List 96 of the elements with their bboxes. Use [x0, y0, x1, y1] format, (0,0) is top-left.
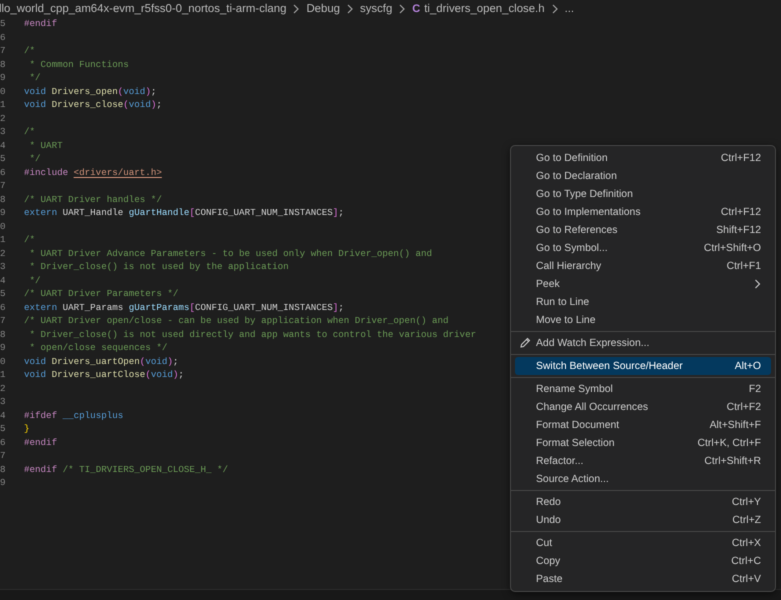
code-line: */ [28, 71, 41, 84]
code-line: /* [24, 233, 36, 246]
menu-item[interactable]: Go to Symbol... Ctrl+Shift+O [515, 239, 771, 257]
line-number: 0 [0, 84, 6, 98]
menu-item[interactable]: Go to Definition Ctrl+F12 [515, 149, 771, 167]
code-line: * open/close sequences */ [28, 341, 168, 354]
line-number: 5 [0, 17, 6, 30]
code-line: extern UART_Handle gUartHandle[CONFIG_UART_NUM_INSTANCES]; [24, 206, 344, 220]
line-number: 2 [0, 246, 6, 260]
chevron-right-icon [754, 279, 761, 289]
menu-item[interactable]: Redo Ctrl+Y [515, 493, 771, 511]
code-line: void Drivers_open(void); [24, 84, 156, 98]
chevron-icon [398, 4, 406, 14]
chevron-icon [550, 4, 559, 14]
menu-item[interactable]: Refactor... Ctrl+Shift+R [515, 452, 771, 470]
code-line: #endif /* TI_DRVIERS_OPEN_CLOSE_H_ */ [24, 462, 228, 476]
line-number: 4 [0, 408, 6, 422]
line-number: 3 [0, 125, 6, 138]
line-number: 7 [0, 44, 6, 58]
code-line: * Common Functions [28, 58, 129, 71]
line-number: 5 [0, 422, 6, 436]
code-line: * Driver_close() is not used directly and app wants to control the various driver [28, 328, 476, 341]
code-line: #endif [24, 17, 58, 30]
line-number: 6 [0, 166, 6, 179]
menu-item[interactable]: Switch Between Source/Header Alt+O [515, 357, 771, 375]
line-number: 4 [0, 138, 6, 152]
menu-item[interactable]: Run to Line [515, 293, 771, 311]
code-line: extern UART_Params gUartParams[CONFIG_UART_NUM_INSTANCES]; [24, 300, 344, 314]
code-line: /* [24, 125, 36, 138]
menu-item[interactable]: Undo Ctrl+Z [515, 511, 771, 529]
line-number: 9 [0, 71, 6, 84]
line-number: 4 [0, 274, 6, 287]
code-line: #include <drivers/uart.h> [24, 166, 162, 179]
menu-item[interactable]: Go to Declaration [515, 167, 771, 185]
line-number: 1 [0, 98, 6, 112]
menu-item[interactable]: Call Hierarchy Ctrl+F1 [515, 257, 771, 275]
breadcrumb-item[interactable]: ... [564, 3, 574, 15]
line-number: 0 [0, 354, 6, 368]
menu-item[interactable]: Format Selection Ctrl+K, Ctrl+F [515, 434, 771, 452]
line-number: 6 [0, 30, 6, 44]
code-line: /* [24, 44, 36, 58]
menu-item[interactable]: Copy Ctrl+C [515, 552, 771, 570]
code-line: * UART Driver Advance Parameters - to be used only when Driver_open() and [28, 246, 432, 260]
line-number: 7 [0, 314, 6, 328]
line-number: 3 [0, 395, 6, 408]
line-number: 8 [0, 58, 6, 71]
line-number: 2 [0, 112, 6, 125]
line-number: 7 [0, 449, 6, 462]
code-line: * UART [28, 138, 63, 152]
line-number: 6 [0, 436, 6, 449]
menu-item[interactable]: Format Document Alt+Shift+F [515, 416, 771, 434]
line-number: 8 [0, 462, 6, 476]
breadcrumb-item[interactable]: Debug [306, 3, 340, 15]
menu-item[interactable]: Source Action... [515, 470, 771, 488]
code-line: #ifdef __cplusplus [24, 408, 124, 422]
code-line: /* UART Driver handles */ [24, 192, 162, 206]
line-number: 3 [0, 260, 6, 274]
line-number: 0 [0, 220, 6, 233]
code-line: /* UART Driver Parameters */ [24, 287, 178, 300]
code-line: void Drivers_uartOpen(void); [24, 354, 178, 368]
line-number: 2 [0, 382, 6, 395]
breadcrumb-item[interactable]: C ti_drivers_open_close.h [412, 3, 545, 15]
menu-item[interactable]: Paste Ctrl+V [515, 570, 771, 588]
pencil-icon [519, 337, 531, 349]
breadcrumb-item[interactable]: llo_world_cpp_am64x-evm_r5fss0-0_nortos_ti-arm-clang [0, 3, 286, 15]
menu-item[interactable]: Add Watch Expression... [515, 334, 771, 352]
line-number: 8 [0, 192, 6, 206]
menu-item[interactable]: Go to Implementations Ctrl+F12 [515, 203, 771, 221]
menu-item[interactable]: Go to References Shift+F12 [515, 221, 771, 239]
line-number: 5 [0, 287, 6, 300]
chevron-icon [292, 4, 300, 14]
line-number: 8 [0, 328, 6, 341]
line-number: 9 [0, 476, 6, 490]
code-line: /* UART Driver open/close - can be used by application when Driver_open() and [24, 314, 449, 328]
code-line: void Drivers_uartClose(void); [24, 368, 184, 382]
menu-item[interactable]: Peek [515, 275, 771, 293]
breadcrumb-item[interactable]: syscfg [360, 3, 392, 15]
line-number: 9 [0, 206, 6, 220]
line-number: 6 [0, 300, 6, 314]
code-line: */ [28, 152, 41, 166]
menu-item[interactable]: Rename Symbol F2 [515, 380, 771, 398]
line-number: 9 [0, 341, 6, 354]
line-number: 1 [0, 368, 6, 382]
menu-item[interactable]: Move to Line [515, 311, 771, 329]
menu-item[interactable]: Change All Occurrences Ctrl+F2 [515, 398, 771, 416]
line-number: 1 [0, 233, 6, 246]
line-number: 5 [0, 152, 6, 166]
line-number: 7 [0, 179, 6, 192]
code-line: } [24, 422, 30, 436]
code-line: void Drivers_close(void); [24, 98, 162, 112]
code-line: #endif [24, 436, 58, 449]
code-line: */ [28, 274, 41, 287]
menu-item[interactable]: Go to Type Definition [515, 185, 771, 203]
code-line: * Driver_close() is not used by the application [28, 260, 289, 274]
chevron-icon [346, 4, 354, 14]
menu-item[interactable]: Cut Ctrl+X [515, 534, 771, 552]
